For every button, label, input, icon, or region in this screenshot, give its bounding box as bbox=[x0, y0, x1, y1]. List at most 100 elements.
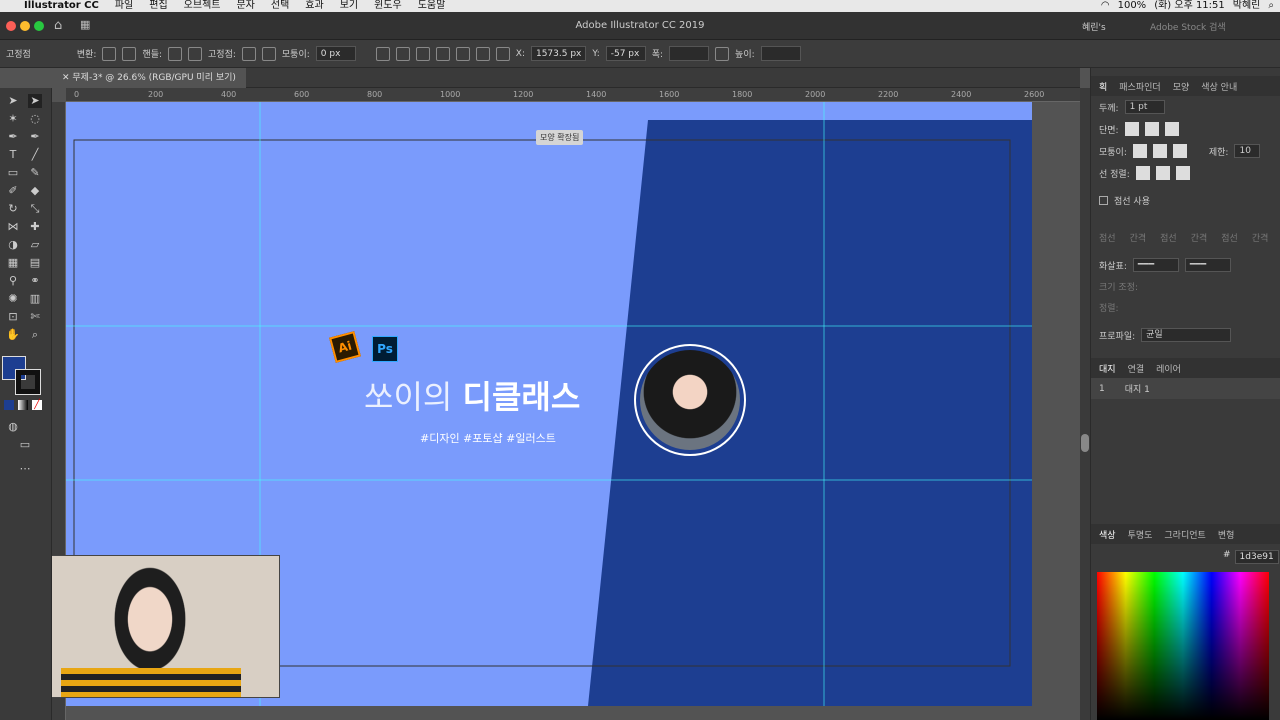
menu-object[interactable]: 오브젝트 bbox=[176, 0, 229, 12]
profile-select[interactable]: 균일 bbox=[1141, 328, 1232, 342]
canvas-scrollbar[interactable] bbox=[1080, 88, 1090, 720]
menu-edit[interactable]: 편집 bbox=[141, 0, 175, 12]
graph-tool-icon[interactable]: ▥ bbox=[28, 292, 42, 306]
tab-transparency[interactable]: 투명도 bbox=[1128, 528, 1153, 541]
perspective-tool-icon[interactable]: ▱ bbox=[28, 238, 42, 252]
puppet-warp-tool-icon[interactable]: ✚ bbox=[28, 220, 42, 234]
screen-mode-icon[interactable]: ▭ bbox=[18, 438, 32, 452]
tab-color[interactable]: 색상 bbox=[1099, 528, 1116, 541]
rectangle-tool-icon[interactable]: ▭ bbox=[6, 166, 20, 180]
align-center-icon[interactable] bbox=[415, 46, 430, 61]
more-tools-icon[interactable]: ⋯ bbox=[18, 462, 32, 476]
menu-help[interactable]: 도움말 bbox=[410, 0, 454, 12]
clock[interactable]: (화) 오후 11:51 bbox=[1154, 0, 1225, 12]
corner-input[interactable]: 0 px bbox=[315, 46, 356, 61]
user-name[interactable]: 박혜린 bbox=[1233, 0, 1261, 12]
miter-join-icon[interactable] bbox=[1132, 144, 1147, 158]
magic-wand-tool-icon[interactable]: ✶ bbox=[6, 112, 20, 126]
app-menu[interactable]: Illustrator CC bbox=[16, 0, 107, 12]
connect-anchor-icon[interactable] bbox=[261, 46, 276, 61]
remove-anchor-icon[interactable] bbox=[241, 46, 256, 61]
gradient-tool-icon[interactable]: ▤ bbox=[28, 256, 42, 270]
hashtags[interactable]: #디자인 #포토샵 #일러스트 bbox=[420, 430, 556, 446]
limit-input[interactable]: 10 bbox=[1234, 144, 1261, 158]
selection-tool-icon[interactable]: ➤ bbox=[6, 94, 20, 108]
curvature-tool-icon[interactable]: ✒ bbox=[28, 130, 42, 144]
canvas-area[interactable]: 0 200 400 600 800 1000 1200 1400 1600 18… bbox=[52, 88, 1080, 720]
eyedropper-tool-icon[interactable]: ⚲ bbox=[6, 274, 20, 288]
align-icon[interactable] bbox=[375, 46, 390, 61]
top-ruler[interactable]: 0 200 400 600 800 1000 1200 1400 1600 18… bbox=[66, 88, 1080, 102]
align-center-stroke-icon[interactable] bbox=[1135, 166, 1150, 180]
shape-builder-tool-icon[interactable]: ◑ bbox=[6, 238, 20, 252]
pen-tool-icon[interactable]: ✒ bbox=[6, 130, 20, 144]
round-cap-icon[interactable] bbox=[1144, 122, 1159, 136]
symbol-sprayer-tool-icon[interactable]: ✺ bbox=[6, 292, 20, 306]
menu-view[interactable]: 보기 bbox=[332, 0, 366, 12]
bevel-join-icon[interactable] bbox=[1172, 144, 1187, 158]
handle-hide-icon[interactable] bbox=[188, 46, 203, 61]
align-middle-icon[interactable] bbox=[475, 46, 490, 61]
menu-type[interactable]: 문자 bbox=[228, 0, 262, 12]
start-arrow-select[interactable]: ━━━ bbox=[1132, 258, 1179, 272]
tab-stroke[interactable]: 획 bbox=[1099, 80, 1107, 93]
rotate-tool-icon[interactable]: ↻ bbox=[6, 202, 20, 216]
hex-input[interactable]: 1d3e91 bbox=[1234, 550, 1279, 564]
align-left-icon[interactable] bbox=[395, 46, 410, 61]
x-input[interactable]: 1573.5 px bbox=[530, 46, 587, 61]
type-tool-icon[interactable]: T bbox=[6, 148, 20, 162]
stroke-swatch[interactable] bbox=[15, 369, 41, 395]
align-right-icon[interactable] bbox=[435, 46, 450, 61]
hand-tool-icon[interactable]: ✋ bbox=[6, 328, 20, 342]
convert-smooth-icon[interactable] bbox=[122, 46, 137, 61]
handle-show-icon[interactable] bbox=[168, 46, 183, 61]
tab-pathfinder[interactable]: 패스파인더 bbox=[1119, 80, 1160, 93]
dashed-checkbox[interactable] bbox=[1099, 196, 1108, 205]
end-arrow-select[interactable]: ━━━ bbox=[1184, 258, 1231, 272]
tab-layers[interactable]: 레이어 bbox=[1156, 362, 1181, 375]
y-input[interactable]: -57 px bbox=[605, 46, 646, 61]
tab-shape[interactable]: 모양 bbox=[1173, 80, 1190, 93]
artboard-row[interactable]: 1 대지 1 bbox=[1091, 378, 1280, 399]
workspace-switcher[interactable]: 혜린's bbox=[1082, 20, 1106, 33]
align-top-icon[interactable] bbox=[455, 46, 470, 61]
mesh-tool-icon[interactable]: ▦ bbox=[6, 256, 20, 270]
blend-tool-icon[interactable]: ⚭ bbox=[28, 274, 42, 288]
color-spectrum[interactable] bbox=[1097, 572, 1269, 720]
close-tab-icon[interactable]: ✕ bbox=[62, 73, 72, 83]
menu-effect[interactable]: 효과 bbox=[297, 0, 331, 12]
shaper-tool-icon[interactable]: ✐ bbox=[6, 184, 20, 198]
tab-links[interactable]: 연결 bbox=[1128, 362, 1145, 375]
slice-tool-icon[interactable]: ✄ bbox=[28, 310, 42, 324]
zoom-tool-icon[interactable]: ⌕ bbox=[28, 328, 42, 342]
weight-input[interactable]: 1 pt bbox=[1124, 100, 1165, 114]
stock-search-input[interactable]: Adobe Stock 검색 bbox=[1150, 20, 1226, 33]
tab-gradient[interactable]: 그라디언트 bbox=[1164, 528, 1205, 541]
none-mode-icon[interactable]: ╱ bbox=[32, 400, 42, 410]
link-icon[interactable] bbox=[715, 46, 730, 61]
tab-transform[interactable]: 변형 bbox=[1218, 528, 1235, 541]
menu-window[interactable]: 윈도우 bbox=[366, 0, 410, 12]
convert-corner-icon[interactable] bbox=[102, 46, 117, 61]
align-bottom-icon[interactable] bbox=[495, 46, 510, 61]
height-input[interactable] bbox=[760, 46, 801, 61]
gradient-mode-icon[interactable] bbox=[18, 400, 28, 410]
wifi-icon[interactable]: ◠ bbox=[1101, 0, 1110, 12]
square-cap-icon[interactable] bbox=[1164, 122, 1179, 136]
butt-cap-icon[interactable] bbox=[1124, 122, 1139, 136]
lasso-tool-icon[interactable]: ◌ bbox=[28, 112, 42, 126]
profile-circle[interactable] bbox=[634, 344, 746, 456]
menu-select[interactable]: 선택 bbox=[263, 0, 297, 12]
tab-color-guide[interactable]: 색상 안내 bbox=[1201, 80, 1237, 93]
document-tab[interactable]: ✕ 무제-3* @ 26.6% (RGB/GPU 미리 보기) bbox=[52, 68, 246, 88]
headline[interactable]: 쏘이의 디클래스 bbox=[364, 372, 580, 418]
menu-file[interactable]: 파일 bbox=[107, 0, 141, 12]
line-tool-icon[interactable]: ╱ bbox=[28, 148, 42, 162]
align-outside-stroke-icon[interactable] bbox=[1175, 166, 1190, 180]
round-join-icon[interactable] bbox=[1152, 144, 1167, 158]
draw-mode-icon[interactable]: ◍ bbox=[6, 420, 20, 434]
width-input[interactable] bbox=[669, 46, 710, 61]
align-inside-stroke-icon[interactable] bbox=[1155, 166, 1170, 180]
battery-text[interactable]: 100% bbox=[1118, 0, 1147, 12]
color-mode-icon[interactable] bbox=[4, 400, 14, 410]
